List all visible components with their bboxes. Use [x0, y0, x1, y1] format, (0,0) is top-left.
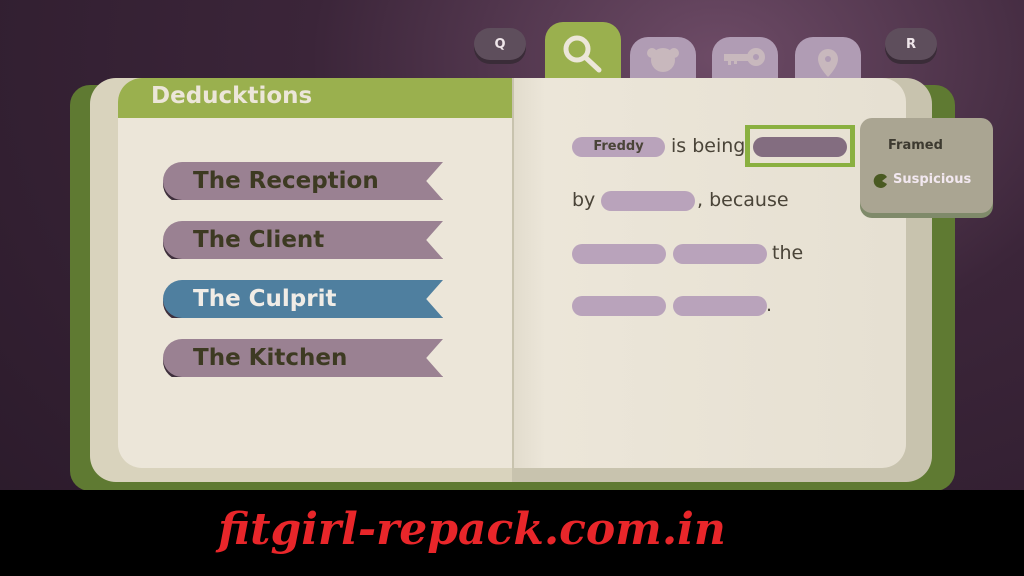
page-title: Deducktions	[118, 78, 514, 118]
option-suspicious[interactable]: Suspicious	[893, 172, 971, 187]
prev-tab-key-button[interactable]: Q	[474, 28, 526, 60]
blank-slot[interactable]	[572, 296, 666, 316]
subject-chip[interactable]: Freddy	[572, 137, 665, 157]
tab-characters[interactable]	[630, 37, 696, 82]
sentence-text: is being	[671, 135, 746, 157]
blank-slot[interactable]	[572, 244, 666, 264]
r-key-label: R	[905, 36, 916, 52]
deduction-item-reception[interactable]: The Reception	[163, 162, 443, 200]
tab-items[interactable]	[712, 37, 778, 82]
deduction-item-client[interactable]: The Client	[163, 221, 443, 259]
map-pin-icon	[818, 49, 838, 77]
q-key-label: Q	[494, 36, 506, 52]
sentence-text: by	[572, 189, 596, 211]
duck-pointer-icon	[873, 173, 887, 188]
sentence-text: .	[766, 294, 773, 316]
teddy-bear-icon	[647, 48, 679, 72]
tab-deductions[interactable]	[545, 22, 621, 82]
next-tab-key-button[interactable]: R	[885, 28, 937, 60]
word-dropdown: Framed Suspicious	[860, 118, 993, 213]
deduction-item-culprit[interactable]: The Culprit	[163, 280, 443, 318]
left-page	[118, 78, 514, 468]
tab-locations[interactable]	[795, 37, 861, 82]
blank-slot[interactable]	[673, 244, 767, 264]
magnifier-icon	[563, 35, 602, 73]
blank-slot[interactable]	[673, 296, 767, 316]
deduction-item-kitchen[interactable]: The Kitchen	[163, 339, 443, 377]
key-icon	[724, 48, 765, 66]
sentence-text: the	[772, 242, 804, 264]
watermark-bar: fitgirl-repack.com.in	[0, 490, 1024, 576]
option-framed[interactable]: Framed	[888, 138, 943, 153]
watermark-text: fitgirl-repack.com.in	[218, 504, 726, 555]
active-blank[interactable]	[753, 137, 847, 157]
blank-slot[interactable]	[601, 191, 695, 211]
sentence-text: , because	[697, 189, 789, 211]
